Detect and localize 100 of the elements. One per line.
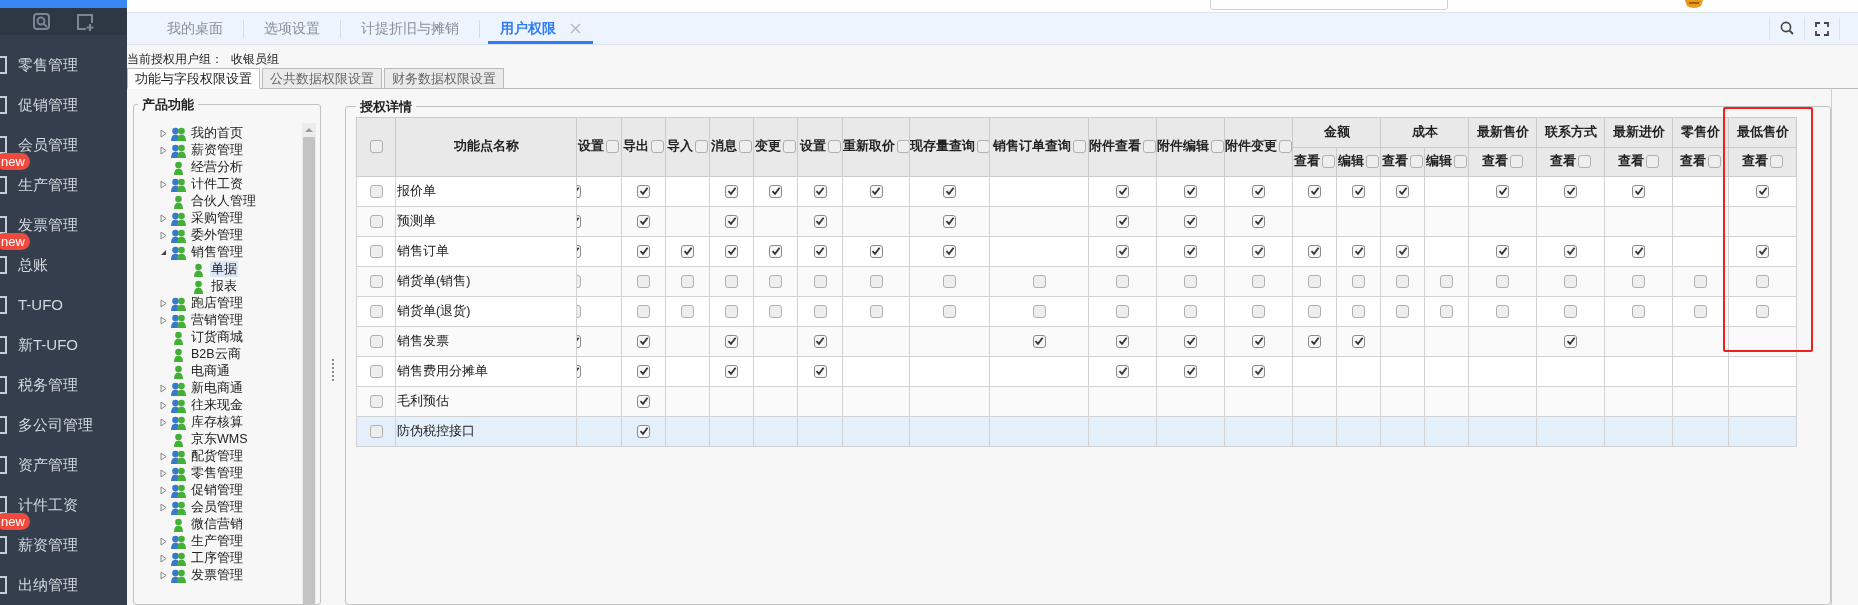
checkbox[interactable] (769, 184, 782, 198)
checkbox[interactable] (695, 140, 708, 153)
checkbox[interactable] (869, 184, 883, 198)
add-document-icon[interactable] (75, 11, 96, 32)
scrollbar-thumb[interactable] (303, 136, 315, 604)
sidebar-item[interactable]: 总账 (18, 253, 48, 277)
checkbox[interactable] (1564, 274, 1577, 288)
tree-item[interactable]: 往来现金 (190, 397, 244, 413)
checkbox[interactable] (1252, 304, 1265, 318)
sidebar-item[interactable]: 资产管理 (18, 453, 78, 477)
checkbox[interactable] (896, 140, 909, 153)
checkbox[interactable] (1578, 155, 1591, 168)
tree-item[interactable]: 京东WMS (190, 431, 249, 447)
tree-item[interactable]: 我的首页 (190, 125, 244, 141)
checkbox[interactable] (976, 140, 989, 153)
checkbox[interactable] (1279, 140, 1292, 153)
checkbox[interactable] (1708, 155, 1721, 168)
checkbox[interactable] (1308, 334, 1321, 348)
checkbox[interactable] (1564, 244, 1577, 258)
tree-item[interactable]: 工序管理 (190, 550, 244, 566)
checkbox[interactable] (637, 214, 650, 228)
checkbox[interactable] (637, 364, 650, 378)
tree-item[interactable]: 订货商城 (190, 329, 244, 345)
checkbox[interactable] (1072, 140, 1086, 153)
checkbox[interactable] (1410, 155, 1423, 168)
checkbox[interactable] (681, 304, 694, 318)
collapse-triangle-icon[interactable] (159, 248, 167, 256)
checkbox[interactable] (1454, 155, 1467, 168)
checkbox[interactable] (369, 244, 383, 258)
sidebar-item[interactable]: 新T-UFO (18, 333, 78, 357)
checkbox[interactable] (943, 184, 956, 198)
checkbox[interactable] (1564, 304, 1577, 318)
checkbox[interactable] (1632, 304, 1645, 318)
sidebar-item[interactable]: 多公司管理 (18, 413, 93, 437)
checkbox[interactable] (1308, 304, 1321, 318)
checkbox[interactable] (1308, 244, 1321, 258)
tree-item[interactable]: 会员管理 (190, 499, 244, 515)
checkbox[interactable] (1184, 334, 1197, 348)
tree-item[interactable]: 跑店管理 (190, 295, 244, 311)
checkbox[interactable] (1694, 274, 1707, 288)
checkbox[interactable] (869, 274, 883, 288)
checkbox[interactable] (1252, 184, 1265, 198)
checkbox[interactable] (637, 394, 650, 408)
checkbox[interactable] (1252, 244, 1265, 258)
checkbox[interactable] (369, 304, 383, 318)
checkbox[interactable] (725, 274, 738, 288)
checkbox[interactable] (1366, 155, 1379, 168)
checkbox[interactable] (725, 364, 738, 378)
checkbox[interactable] (869, 304, 883, 318)
checkbox[interactable] (1440, 274, 1453, 288)
sub-tab[interactable]: 财务数据权限设置 (384, 68, 504, 89)
checkbox[interactable] (1756, 184, 1769, 198)
splitter-handle[interactable] (332, 359, 334, 381)
checkbox[interactable] (739, 140, 752, 153)
checkbox[interactable] (1116, 334, 1129, 348)
checkbox[interactable] (369, 214, 383, 228)
checkbox[interactable] (1352, 274, 1365, 288)
sidebar-item[interactable]: 生产管理 (18, 173, 78, 197)
checkbox[interactable] (1032, 334, 1046, 348)
checkbox[interactable] (369, 274, 383, 288)
checkbox[interactable] (1308, 184, 1321, 198)
checkbox[interactable] (1352, 244, 1365, 258)
tree-item[interactable]: 采购管理 (190, 210, 244, 226)
checkbox[interactable] (1510, 155, 1523, 168)
checkbox[interactable] (369, 334, 383, 348)
checkbox[interactable] (369, 140, 383, 154)
checkbox[interactable] (1116, 274, 1129, 288)
checkbox[interactable] (1496, 304, 1509, 318)
tree-item[interactable]: 库存核算 (190, 414, 244, 430)
checkbox[interactable] (725, 304, 738, 318)
checkbox[interactable] (369, 394, 383, 408)
checkbox[interactable] (943, 214, 956, 228)
checkbox[interactable] (1116, 214, 1129, 228)
tree-item[interactable]: 单据 (210, 261, 238, 277)
tree-item[interactable]: B2B云商 (190, 346, 242, 362)
tree-item[interactable]: 合伙人管理 (190, 193, 257, 209)
tree-item[interactable]: 促销管理 (190, 482, 244, 498)
checkbox[interactable] (1352, 184, 1365, 198)
checkbox[interactable] (637, 304, 650, 318)
checkbox[interactable] (1116, 244, 1129, 258)
tree-item[interactable]: 发票管理 (190, 567, 244, 583)
checkbox[interactable] (1252, 334, 1265, 348)
tree-item[interactable]: 零售管理 (190, 465, 244, 481)
checkbox[interactable] (1396, 274, 1409, 288)
checkbox[interactable] (943, 244, 956, 258)
checkbox[interactable] (1632, 184, 1645, 198)
checkbox[interactable] (1252, 364, 1265, 378)
checkbox[interactable] (637, 184, 650, 198)
tree-item[interactable]: 微信营销 (190, 516, 244, 532)
tree-item[interactable]: 电商通 (190, 363, 231, 379)
sidebar-item[interactable]: 出纳管理 (18, 573, 78, 597)
checkbox[interactable] (725, 184, 738, 198)
tree-item[interactable]: 销售管理 (190, 244, 244, 260)
sidebar-item[interactable]: 税务管理 (18, 373, 78, 397)
checkbox[interactable] (769, 244, 782, 258)
checkbox[interactable] (1184, 244, 1197, 258)
checkbox[interactable] (1694, 304, 1707, 318)
tree-item[interactable]: 生产管理 (190, 533, 244, 549)
checkbox[interactable] (1564, 334, 1577, 348)
checkbox[interactable] (1440, 304, 1453, 318)
